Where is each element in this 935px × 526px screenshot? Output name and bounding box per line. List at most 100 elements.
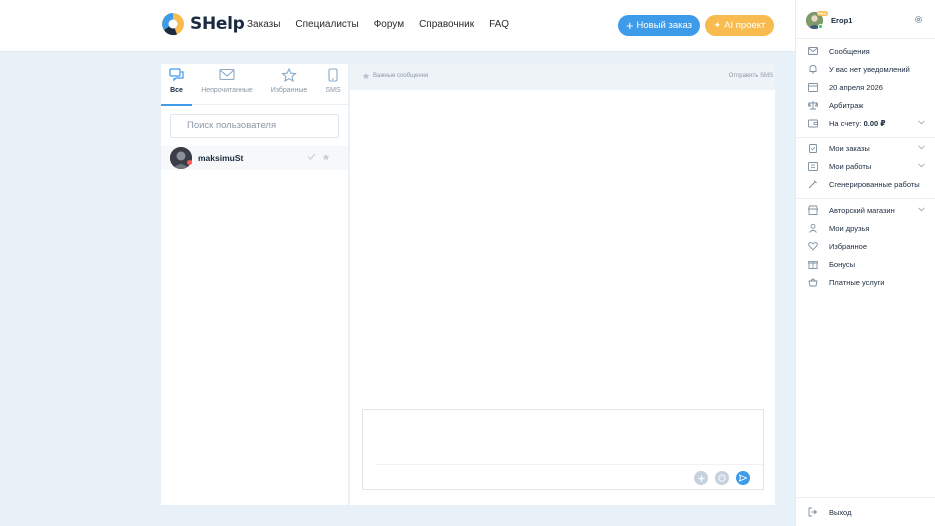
tab-unread[interactable]: Непрочитанные	[199, 64, 255, 105]
tab-favorites[interactable]: Избранные	[269, 64, 309, 105]
chat-tabs: Все Непрочитанные Избранные SMS	[161, 64, 348, 106]
sidebar-item-label: Мои друзья	[829, 224, 870, 233]
nav-forum[interactable]: Форум	[374, 19, 404, 30]
tab-sms-label: SMS	[325, 87, 341, 94]
tab-favorites-label: Избранные	[270, 87, 308, 94]
logo[interactable]: SHelp	[161, 12, 245, 36]
chat-user-name: maksimuSt	[198, 153, 244, 163]
sidebar-item-bonuses[interactable]: Бонусы	[796, 258, 935, 272]
chat-list-panel: Все Непрочитанные Избранные SMS Поиск по…	[161, 64, 348, 505]
avatar	[170, 147, 192, 169]
chevron-down-icon[interactable]	[918, 207, 925, 212]
nav-faq[interactable]: FAQ	[489, 19, 509, 30]
new-order-label: Новый заказ	[636, 20, 693, 31]
sidebar-item-paid-services[interactable]: Платные услуги	[796, 276, 935, 290]
chevron-down-icon[interactable]	[918, 163, 925, 168]
ai-project-label: AI проект	[724, 20, 766, 31]
gear-icon[interactable]	[914, 15, 923, 24]
sidebar-item-my-orders[interactable]: Мои заказы	[796, 142, 935, 156]
emoji-icon	[718, 474, 726, 482]
online-status-dot	[187, 160, 192, 165]
logo-text: SHelp	[190, 14, 245, 34]
nav-reference[interactable]: Справочник	[419, 19, 474, 30]
sidebar-item-arbitration[interactable]: Арбитраж	[796, 99, 935, 113]
heart-icon	[808, 242, 818, 251]
important-messages-link[interactable]: Важные сообщения	[362, 72, 428, 80]
magic-wand-icon	[808, 180, 817, 189]
tab-unread-label: Непрочитанные	[201, 87, 253, 94]
send-sms-link[interactable]: Отправить SMS	[729, 73, 773, 79]
chat-list-item[interactable]: maksimuSt	[161, 146, 348, 170]
balance-value: 0.00 ₽	[863, 119, 886, 128]
logo-icon	[162, 13, 184, 36]
sidebar-item-label: У вас нет уведомлений	[829, 65, 910, 74]
sidebar-item-label: Мои работы	[829, 162, 872, 171]
nav-orders[interactable]: Заказы	[247, 19, 280, 30]
ai-project-button[interactable]: ✦ AI проект	[705, 15, 774, 36]
sidebar-item-label: Авторский магазин	[829, 206, 895, 215]
sidebar-item-messages[interactable]: Сообщения	[796, 45, 935, 59]
sidebar-item-date[interactable]: 20 апреля 2026	[796, 81, 935, 95]
envelope-icon	[808, 47, 818, 55]
bell-icon	[809, 65, 817, 74]
sidebar-item-shop[interactable]: Авторский магазин	[796, 204, 935, 218]
chat-toolbar: Важные сообщения Отправить SMS	[350, 64, 775, 90]
logout-label: Выход	[829, 508, 852, 517]
sidebar-divider	[796, 137, 935, 138]
sidebar-item-label: Избранное	[829, 242, 868, 251]
search-input[interactable]: Поиск пользователя	[170, 114, 339, 138]
chat-icon	[168, 68, 184, 82]
nav-specialists[interactable]: Специалисты	[295, 19, 358, 30]
user-sidebar: PRO Егор1 Сообщения У вас нет уведомлени…	[795, 0, 935, 526]
logout-icon	[808, 507, 818, 517]
shop-icon	[808, 205, 818, 215]
star-icon	[281, 68, 297, 82]
sidebar-item-label: Мои заказы	[829, 144, 870, 153]
message-composer[interactable]	[362, 409, 765, 490]
tab-all[interactable]: Все	[161, 64, 192, 106]
clipboard-icon	[809, 144, 817, 153]
plus-icon: +	[625, 18, 634, 33]
top-header: SHelp Заказы Специалисты Форум Справочни…	[0, 0, 795, 52]
pro-badge: PRO	[817, 11, 828, 16]
gift-icon	[808, 261, 818, 269]
chevron-down-icon[interactable]	[918, 145, 925, 150]
sidebar-divider	[796, 497, 935, 498]
scales-icon	[808, 101, 818, 110]
sparkle-icon: ✦	[713, 20, 722, 30]
new-order-button[interactable]: + Новый заказ	[618, 15, 700, 36]
sidebar-divider	[796, 38, 935, 39]
emoji-button[interactable]	[715, 471, 729, 485]
sidebar-item-notifications[interactable]: У вас нет уведомлений	[796, 63, 935, 77]
logout-button[interactable]: Выход	[796, 506, 935, 520]
paid-services-icon	[808, 278, 818, 287]
sidebar-item-label: Платные услуги	[829, 278, 885, 287]
briefcase-icon	[808, 162, 818, 171]
sidebar-divider	[796, 198, 935, 199]
sidebar-item-generated-works[interactable]: Сгенерированные работы	[796, 178, 935, 192]
send-icon	[739, 474, 747, 482]
sidebar-item-friends[interactable]: Мои друзья	[796, 222, 935, 236]
plus-icon	[698, 475, 704, 481]
sidebar-item-favorites[interactable]: Избранное	[796, 240, 935, 254]
calendar-icon	[808, 83, 818, 92]
favorite-star-icon[interactable]	[322, 153, 330, 161]
chat-area: Важные сообщения Отправить SMS	[350, 64, 775, 505]
sidebar-item-label: На счету: 0.00 ₽	[829, 119, 886, 128]
envelope-icon	[219, 68, 235, 81]
composer-divider	[375, 464, 765, 465]
avatar-photo-icon	[170, 147, 192, 169]
important-messages-label: Важные сообщения	[373, 73, 429, 79]
sidebar-item-my-works[interactable]: Мои работы	[796, 160, 935, 174]
sidebar-item-label: Сгенерированные работы	[829, 180, 920, 189]
chevron-down-icon[interactable]	[918, 120, 925, 125]
attach-button[interactable]	[694, 471, 708, 485]
send-button[interactable]	[736, 471, 750, 485]
sidebar-item-label: Бонусы	[829, 260, 856, 269]
user-name[interactable]: Егор1	[831, 16, 852, 25]
sidebar-item-balance[interactable]: На счету: 0.00 ₽	[796, 117, 935, 131]
online-status-dot	[818, 24, 823, 29]
sidebar-item-label: Сообщения	[829, 47, 870, 56]
tab-sms[interactable]: SMS	[322, 64, 344, 105]
sidebar-item-label: Арбитраж	[829, 101, 864, 110]
